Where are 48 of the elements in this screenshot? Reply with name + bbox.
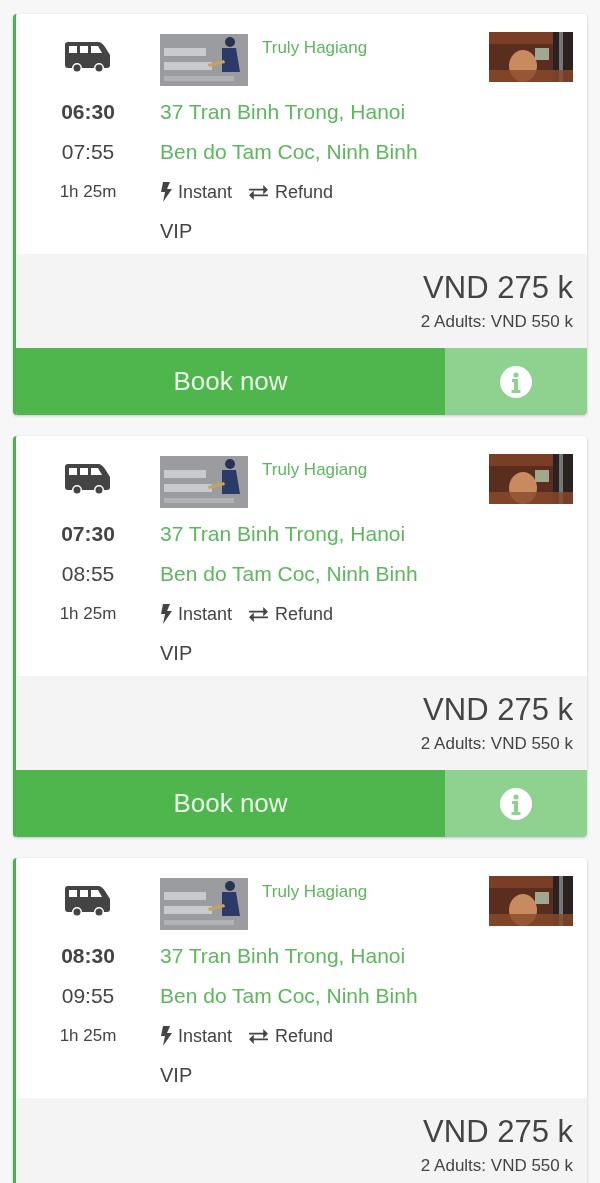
departure-time: 06:30 — [60, 100, 116, 124]
dropoff-address: Ben do Tam Coc, Ninh Binh — [160, 562, 419, 586]
price: VND 275 k — [423, 270, 573, 306]
pickup-address: 37 Tran Binh Trong, Hanoi — [160, 100, 407, 124]
info-icon — [500, 365, 532, 398]
swap-arrows-icon — [248, 183, 270, 201]
total-price: 2 Adults: VND 550 k — [420, 734, 573, 754]
swap-arrows-icon — [248, 605, 270, 623]
arrival-time: 08:55 — [60, 562, 116, 586]
price: VND 275 k — [423, 1114, 573, 1150]
operator-name: Truly Hagiang — [262, 460, 369, 480]
trip-duration: 1h 25m — [58, 604, 118, 624]
arrival-time: 07:55 — [60, 140, 116, 164]
feature-label: Instant — [178, 181, 233, 203]
swap-arrows-icon — [248, 1027, 270, 1045]
operator-name: Truly Hagiang — [262, 882, 369, 902]
feature-label: Instant — [178, 1025, 233, 1047]
info-icon — [500, 787, 532, 820]
total-price: 2 Adults: VND 550 k — [420, 312, 573, 332]
trip-duration: 1h 25m — [58, 182, 118, 202]
feature-label: Refund — [275, 1025, 334, 1047]
pickup-address: 37 Tran Binh Trong, Hanoi — [160, 944, 407, 968]
lightning-icon — [160, 182, 172, 202]
operator-name: Truly Hagiang — [262, 38, 369, 58]
dropoff-address: Ben do Tam Coc, Ninh Binh — [160, 984, 419, 1008]
info-button[interactable] — [445, 348, 587, 415]
bus-icon — [64, 884, 112, 916]
lightning-icon — [160, 1026, 172, 1046]
trip-duration: 1h 25m — [58, 1026, 118, 1046]
book-now-button[interactable]: Book now — [16, 348, 445, 415]
pickup-address: 37 Tran Binh Trong, Hanoi — [160, 522, 407, 546]
bus-icon — [64, 40, 112, 72]
seat-class: VIP — [160, 641, 194, 665]
book-now-button[interactable]: Book now — [16, 770, 445, 837]
price: VND 275 k — [423, 692, 573, 728]
total-price: 2 Adults: VND 550 k — [420, 1156, 573, 1176]
bus-icon — [64, 462, 112, 494]
feature-label: Instant — [178, 603, 233, 625]
lightning-icon — [160, 604, 172, 624]
feature-label: Refund — [275, 181, 334, 203]
seat-class: VIP — [160, 219, 194, 243]
info-button[interactable] — [445, 770, 587, 837]
dropoff-address: Ben do Tam Coc, Ninh Binh — [160, 140, 419, 164]
feature-label: Refund — [275, 603, 334, 625]
seat-class: VIP — [160, 1063, 194, 1087]
departure-time: 07:30 — [60, 522, 116, 546]
arrival-time: 09:55 — [60, 984, 116, 1008]
departure-time: 08:30 — [60, 944, 116, 968]
